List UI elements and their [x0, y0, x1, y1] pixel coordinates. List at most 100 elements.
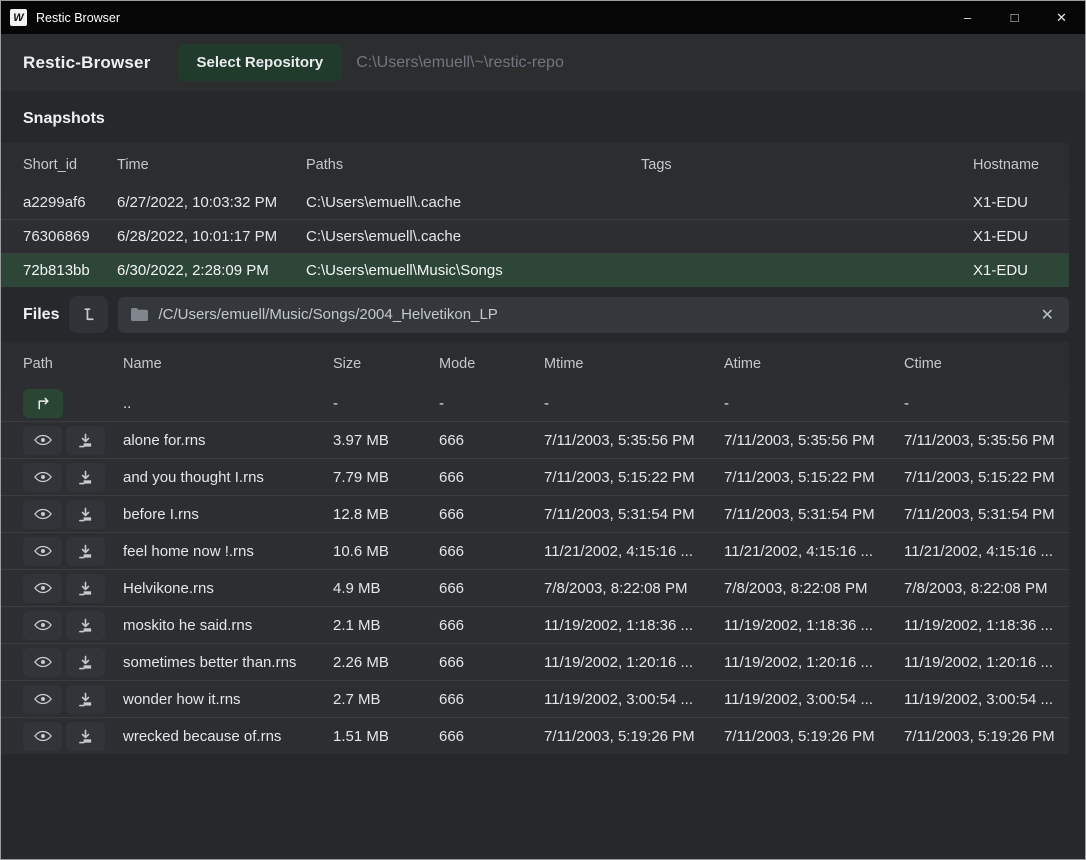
- snapshot-time: 6/30/2022, 2:28:09 PM: [117, 262, 306, 279]
- preview-file-button[interactable]: [23, 500, 62, 529]
- eye-icon: [34, 693, 52, 705]
- file-row: moskito he said.rns 2.1 MB 666 11/19/200…: [1, 606, 1069, 643]
- download-file-button[interactable]: [66, 426, 105, 455]
- download-file-button[interactable]: [66, 500, 105, 529]
- file-mtime: 11/19/2002, 1:20:16 ...: [544, 654, 724, 671]
- file-ctime: 7/11/2003, 5:15:22 PM: [904, 469, 1069, 486]
- folder-icon: [131, 308, 148, 321]
- download-file-button[interactable]: [66, 648, 105, 677]
- clear-path-icon[interactable]: ✕: [1039, 305, 1056, 325]
- file-atime: 7/11/2003, 5:35:56 PM: [724, 432, 904, 449]
- snapshot-short-id: 76306869: [23, 228, 117, 245]
- snapshot-paths: C:\Users\emuell\Music\Songs: [306, 262, 641, 279]
- column-header: Hostname: [973, 157, 1069, 173]
- repository-path-field[interactable]: C:\Users\emuell\~\restic-repo: [356, 54, 564, 72]
- eye-icon: [34, 434, 52, 446]
- file-name: feel home now !.rns: [123, 543, 333, 560]
- download-icon: [78, 618, 93, 633]
- window-controls: – □ ✕: [944, 1, 1085, 34]
- column-header: Time: [117, 157, 306, 173]
- file-atime: 11/19/2002, 1:18:36 ...: [724, 617, 904, 634]
- file-atime: 11/21/2002, 4:15:16 ...: [724, 543, 904, 560]
- eye-icon: [34, 656, 52, 668]
- file-mtime: 11/19/2002, 3:00:54 ...: [544, 691, 724, 708]
- empty-area: [1, 754, 1085, 859]
- minimize-button[interactable]: –: [944, 1, 991, 34]
- snapshots-table: a2299af6 6/27/2022, 10:03:32 PM C:\Users…: [1, 186, 1085, 287]
- file-mode: 666: [439, 432, 544, 449]
- preview-file-button[interactable]: [23, 611, 62, 640]
- download-icon: [78, 692, 93, 707]
- snapshot-hostname: X1-EDU: [973, 228, 1069, 245]
- snapshot-hostname: X1-EDU: [973, 262, 1069, 279]
- file-ctime: 7/11/2003, 5:31:54 PM: [904, 506, 1069, 523]
- snapshots-table-header: Short_idTimePathsTagsHostname: [1, 143, 1069, 186]
- file-ctime: 7/11/2003, 5:35:56 PM: [904, 432, 1069, 449]
- file-row: alone for.rns 3.97 MB 666 7/11/2003, 5:3…: [1, 421, 1069, 458]
- download-file-button[interactable]: [66, 685, 105, 714]
- column-header: Mode: [439, 356, 544, 372]
- download-file-button[interactable]: [66, 722, 105, 751]
- snapshot-row[interactable]: 76306869 6/28/2022, 10:01:17 PM C:\Users…: [1, 219, 1069, 253]
- column-header: Size: [333, 356, 439, 372]
- file-ctime: 11/19/2002, 1:20:16 ...: [904, 654, 1069, 671]
- column-header: Atime: [724, 356, 904, 372]
- preview-file-button[interactable]: [23, 463, 62, 492]
- eye-icon: [34, 582, 52, 594]
- snapshot-short-id: 72b813bb: [23, 262, 117, 279]
- preview-file-button[interactable]: [23, 537, 62, 566]
- file-ctime: 7/11/2003, 5:19:26 PM: [904, 728, 1069, 745]
- preview-file-button[interactable]: [23, 574, 62, 603]
- close-button[interactable]: ✕: [1038, 1, 1085, 34]
- eye-icon: [34, 545, 52, 557]
- column-header: Tags: [641, 157, 973, 173]
- column-header: Paths: [306, 157, 641, 173]
- snapshot-row[interactable]: a2299af6 6/27/2022, 10:03:32 PM C:\Users…: [1, 186, 1069, 219]
- preview-file-button[interactable]: [23, 722, 62, 751]
- files-table-header: PathNameSizeModeMtimeAtimeCtime: [1, 342, 1069, 385]
- file-name: Helvikone.rns: [123, 580, 333, 597]
- file-atime: 7/8/2003, 8:22:08 PM: [724, 580, 904, 597]
- snapshot-time: 6/28/2022, 10:01:17 PM: [117, 228, 306, 245]
- file-name: wonder how it.rns: [123, 691, 333, 708]
- snapshot-row[interactable]: 72b813bb 6/30/2022, 2:28:09 PM C:\Users\…: [1, 253, 1069, 287]
- file-size: -: [333, 395, 439, 412]
- download-file-button[interactable]: [66, 537, 105, 566]
- snapshot-paths: C:\Users\emuell\.cache: [306, 194, 641, 211]
- set-root-button[interactable]: [69, 296, 108, 333]
- download-icon: [78, 655, 93, 670]
- file-size: 10.6 MB: [333, 543, 439, 560]
- file-row: feel home now !.rns 10.6 MB 666 11/21/20…: [1, 532, 1069, 569]
- download-file-button[interactable]: [66, 463, 105, 492]
- column-header: Path: [23, 356, 123, 372]
- preview-file-button[interactable]: [23, 685, 62, 714]
- snapshots-section-title: Snapshots: [1, 91, 1085, 143]
- download-icon: [78, 433, 93, 448]
- file-mode: 666: [439, 543, 544, 560]
- path-bar[interactable]: /C/Users/emuell/Music/Songs/2004_Helveti…: [118, 297, 1069, 333]
- file-size: 4.9 MB: [333, 580, 439, 597]
- file-size: 7.79 MB: [333, 469, 439, 486]
- file-name: moskito he said.rns: [123, 617, 333, 634]
- file-mtime: 7/11/2003, 5:35:56 PM: [544, 432, 724, 449]
- file-name: ..: [123, 395, 333, 412]
- preview-file-button[interactable]: [23, 648, 62, 677]
- go-up-directory-button[interactable]: [23, 389, 63, 418]
- download-icon: [78, 581, 93, 596]
- file-mode: 666: [439, 728, 544, 745]
- maximize-button[interactable]: □: [991, 1, 1038, 34]
- titlebar: W Restic Browser – □ ✕: [1, 1, 1085, 34]
- file-mtime: 7/11/2003, 5:15:22 PM: [544, 469, 724, 486]
- file-atime: 11/19/2002, 1:20:16 ...: [724, 654, 904, 671]
- download-file-button[interactable]: [66, 611, 105, 640]
- up-right-arrow-icon: [35, 396, 52, 410]
- file-name: alone for.rns: [123, 432, 333, 449]
- select-repository-button[interactable]: Select Repository: [178, 44, 343, 81]
- preview-file-button[interactable]: [23, 426, 62, 455]
- file-row: Helvikone.rns 4.9 MB 666 7/8/2003, 8:22:…: [1, 569, 1069, 606]
- file-atime: -: [724, 395, 904, 412]
- eye-icon: [34, 619, 52, 631]
- file-mode: 666: [439, 691, 544, 708]
- download-file-button[interactable]: [66, 574, 105, 603]
- file-mtime: 11/21/2002, 4:15:16 ...: [544, 543, 724, 560]
